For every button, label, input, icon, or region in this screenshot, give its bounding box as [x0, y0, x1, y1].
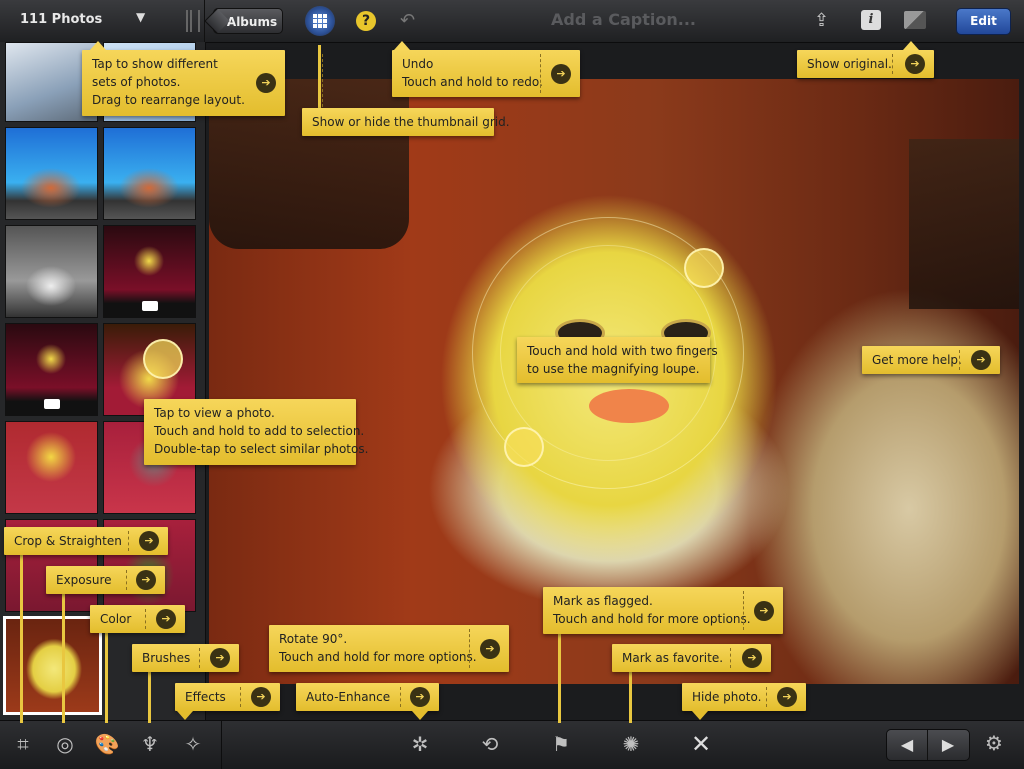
share-icon[interactable]: ⇪	[814, 10, 840, 32]
callout-flag: Mark as flagged. Touch and hold for more…	[543, 587, 783, 634]
effects-icon[interactable]: ✧	[180, 730, 206, 758]
photo-thumbnail[interactable]	[5, 421, 98, 514]
more-info-arrow-icon[interactable]: ➔	[742, 648, 762, 668]
settings-gear-icon[interactable]: ⚙	[985, 731, 1003, 755]
photo-navigation: ◀ ▶	[886, 729, 970, 761]
hide-icon[interactable]: ✕	[688, 730, 714, 758]
more-info-arrow-icon[interactable]: ➔	[754, 600, 774, 621]
callout-loupe: Touch and hold with two fingers to use t…	[517, 337, 718, 383]
callout-text: Mark as flagged.	[553, 594, 653, 608]
callout-text: Touch and hold with two fingers	[527, 344, 718, 358]
callout-text: Touch and hold to redo.	[402, 75, 543, 89]
callout-leader	[629, 672, 632, 723]
edited-badge-icon	[142, 301, 158, 311]
edit-button[interactable]: Edit	[956, 8, 1011, 35]
previous-arrow-icon[interactable]: ◀	[887, 730, 927, 760]
help-icon[interactable]: ?	[356, 11, 376, 31]
callout-undo: Undo Touch and hold to redo. ➔	[392, 41, 580, 97]
photo-bottle-right	[909, 139, 1019, 309]
more-info-arrow-icon[interactable]: ➔	[251, 687, 271, 707]
callout-rotate: Rotate 90°. Touch and hold for more opti…	[269, 625, 509, 672]
touch-point-icon	[143, 339, 183, 379]
more-info-arrow-icon[interactable]: ➔	[256, 73, 276, 93]
more-info-arrow-icon[interactable]: ➔	[480, 638, 500, 659]
undo-icon[interactable]: ↶	[400, 10, 424, 32]
brushes-icon[interactable]: ♆	[136, 730, 164, 758]
selected-photo-thumbnail[interactable]	[3, 616, 102, 715]
photo-thumbnail[interactable]	[5, 323, 98, 416]
more-info-arrow-icon[interactable]: ➔	[551, 63, 571, 84]
callout-text: Touch and hold to add to selection.	[154, 424, 365, 438]
more-info-arrow-icon[interactable]: ➔	[777, 687, 797, 707]
more-info-arrow-icon[interactable]: ➔	[136, 570, 156, 590]
callout-brushes: Brushes ➔	[132, 644, 239, 672]
callout-color: Color ➔	[90, 605, 185, 633]
callout-thumbnail-grid: Show or hide the thumbnail grid.	[302, 108, 510, 136]
callout-show-original: Show original. ➔	[797, 41, 934, 78]
more-info-arrow-icon[interactable]: ➔	[410, 687, 430, 707]
edited-badge-icon	[44, 399, 60, 409]
callout-text: Touch and hold for more options.	[279, 650, 477, 664]
callout-auto-enhance: Auto-Enhance ➔	[296, 683, 439, 720]
callout-favorite: Mark as favorite. ➔	[612, 644, 771, 672]
more-info-arrow-icon[interactable]: ➔	[971, 350, 991, 370]
callout-text: Rotate 90°.	[279, 632, 348, 646]
callout-leader	[148, 672, 151, 723]
color-palette-icon[interactable]: 🎨	[94, 730, 120, 758]
photos-count-label[interactable]: 111 Photos	[20, 12, 102, 27]
more-info-arrow-icon[interactable]: ➔	[210, 648, 230, 668]
callout-leader	[105, 633, 108, 723]
more-info-arrow-icon[interactable]: ➔	[156, 609, 176, 629]
callout-text: Mark as favorite.	[622, 651, 724, 665]
flag-icon[interactable]: ⚑	[548, 730, 574, 758]
callout-change-view: Tap to show different sets of photos. Dr…	[82, 41, 323, 116]
bottom-toolbar: ⌗ ◎ 🎨 ♆ ✧ ✲ ⟲ ⚑ ✺ ✕ ◀ ▶ ⚙	[0, 720, 1024, 769]
favorite-icon[interactable]: ✺	[618, 730, 644, 758]
callout-view-photo: Tap to view a photo. Touch and hold to a…	[144, 399, 369, 465]
photo-thumbnail[interactable]	[103, 225, 196, 318]
callout-text: to use the magnifying loupe.	[527, 362, 700, 376]
callout-effects: Effects ➔	[175, 683, 280, 720]
callout-get-help: Get more help. ➔	[862, 346, 1000, 374]
callout-text: Tap to view a photo.	[154, 406, 275, 420]
info-icon[interactable]: i	[861, 10, 881, 30]
photo-thumbnail[interactable]	[5, 127, 98, 220]
next-arrow-icon[interactable]: ▶	[928, 730, 968, 760]
show-original-icon[interactable]	[904, 11, 926, 29]
callout-text: Undo	[402, 57, 434, 71]
auto-enhance-icon[interactable]: ✲	[406, 730, 434, 758]
top-toolbar: 111 Photos ▼ Albums ? ↶ Add a Caption...…	[0, 0, 1024, 43]
callout-leader	[318, 45, 321, 111]
callout-leader	[62, 594, 65, 723]
crop-icon[interactable]: ⌗	[10, 730, 36, 758]
callout-text: Tap to show different	[92, 57, 218, 71]
caption-input[interactable]: Add a Caption...	[551, 10, 696, 29]
callout-text: Drag to rearrange layout.	[92, 93, 245, 107]
drag-handle-icon[interactable]	[186, 10, 200, 32]
touch-point-icon	[504, 427, 544, 467]
more-info-arrow-icon[interactable]: ➔	[139, 531, 159, 551]
callout-exposure: Exposure ➔	[46, 566, 165, 594]
albums-back-button[interactable]: Albums	[213, 8, 283, 34]
touch-point-icon	[684, 248, 724, 288]
exposure-icon[interactable]: ◎	[52, 730, 78, 758]
callout-hide: Hide photo. ➔	[682, 683, 806, 720]
photo-thumbnail[interactable]	[5, 225, 98, 318]
chevron-down-icon[interactable]: ▼	[136, 10, 145, 24]
callout-text: Touch and hold for more options.	[553, 612, 751, 626]
callout-crop: Crop & Straighten ➔	[4, 527, 168, 555]
callout-text: Crop & Straighten	[14, 534, 122, 548]
callout-text: sets of photos.	[92, 75, 181, 89]
callout-text: Double-tap to select similar photos.	[154, 442, 369, 456]
callout-leader	[20, 555, 23, 723]
thumbnail-grid-icon[interactable]	[305, 6, 335, 36]
callout-text: Show or hide the thumbnail grid.	[312, 115, 510, 129]
rotate-icon[interactable]: ⟲	[476, 730, 504, 758]
more-info-arrow-icon[interactable]: ➔	[905, 54, 925, 74]
photo-thumbnail[interactable]	[103, 127, 196, 220]
callout-leader	[558, 634, 561, 723]
divider	[221, 721, 222, 769]
